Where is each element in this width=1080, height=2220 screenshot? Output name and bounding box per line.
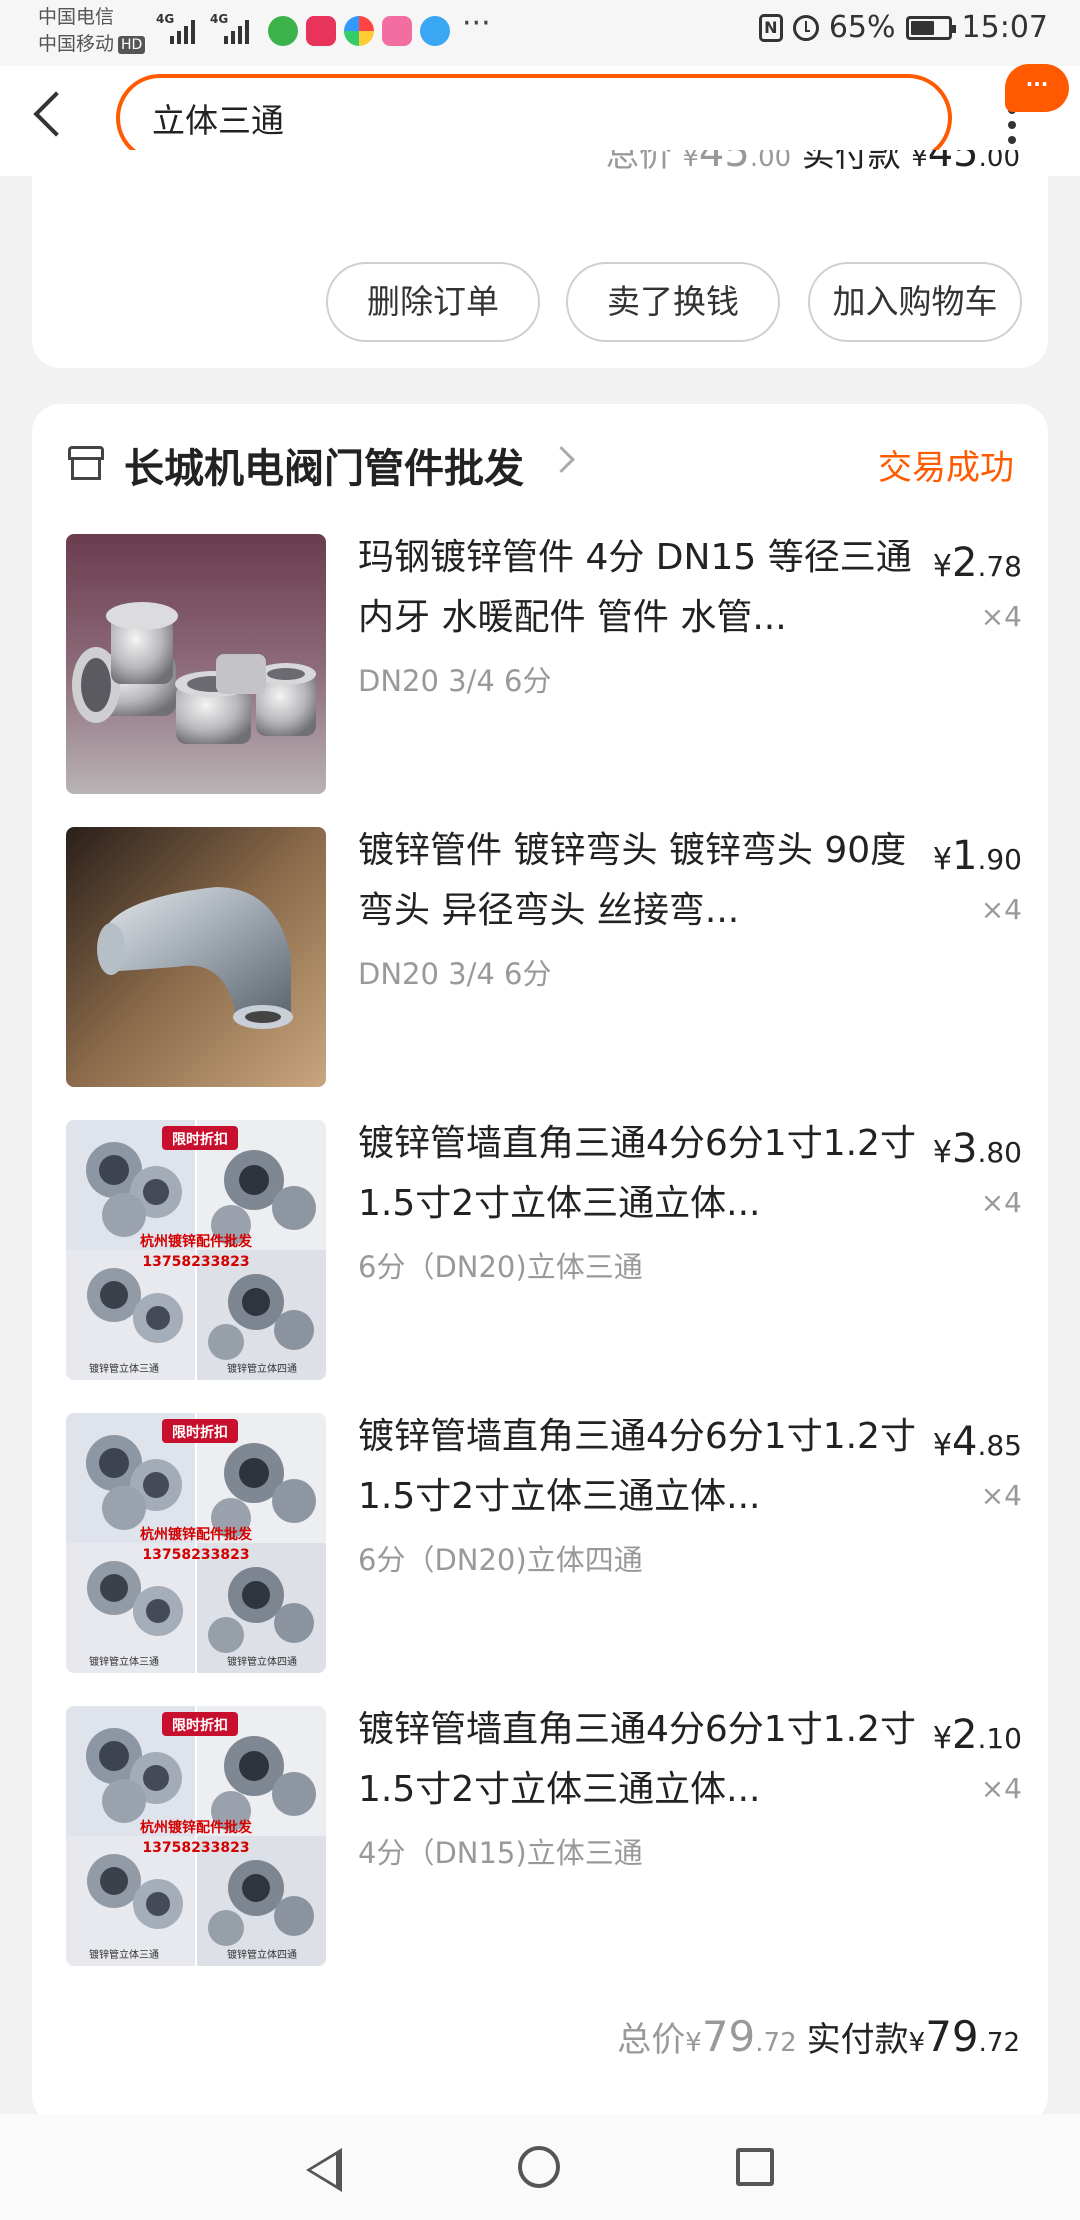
product-price: ¥1.90 [932,833,1022,879]
signal-icon-2: 4G [210,12,249,44]
product-title[interactable]: 镀锌管墙直角三通4分6分1寸1.2寸1.5寸2寸立体三通立体... [358,1700,918,1820]
wechat-icon [268,16,298,46]
order-item[interactable]: 限时折扣 杭州镀锌配件批发 13758233823 镀锌管立体三通 镀锌管立体四… [32,1706,1048,1966]
status-bar: 中国电信 中国移动 HD 4G 4G ··· N 65% 15:07 [0,0,1080,66]
shop-icon [68,446,104,480]
svg-text:限时折扣: 限时折扣 [172,1717,228,1734]
product-spec: 6分（DN20)立体四通 [358,1543,643,1577]
svg-text:限时折扣: 限时折扣 [172,1131,228,1148]
svg-text:镀锌管立体三通: 镀锌管立体三通 [89,1948,159,1961]
delete-order-button[interactable]: 删除订单 [326,262,540,342]
svg-text:杭州镀锌配件批发: 杭州镀锌配件批发 [140,1233,253,1250]
product-price: ¥3.80 [932,1126,1022,1172]
svg-text:杭州镀锌配件批发: 杭州镀锌配件批发 [140,1819,253,1836]
nav-recents-icon[interactable] [736,2148,774,2186]
product-title[interactable]: 镀锌管墙直角三通4分6分1寸1.2寸1.5寸2寸立体三通立体... [358,1407,918,1527]
product-image[interactable] [66,827,326,1087]
order-item[interactable]: 玛钢镀锌管件 4分 DN15 等径三通 内牙 水暖配件 管件 水管... DN2… [32,534,1048,794]
product-quantity: ×4 [980,1186,1022,1219]
product-quantity: ×4 [980,1772,1022,1805]
product-price: ¥2.78 [932,540,1022,586]
order-item[interactable]: 镀锌管件 镀锌弯头 镀锌弯头 90度弯头 异径弯头 丝接弯... DN20 3/… [32,827,1048,1087]
carrier-1: 中国电信 [38,6,115,28]
hd-badge: HD [118,35,146,54]
back-arrow-icon[interactable] [33,91,79,137]
svg-text:镀锌管立体四通: 镀锌管立体四通 [227,1362,297,1375]
order-status: 交易成功 [878,448,1014,488]
clock: 15:07 [961,10,1048,45]
svg-text:镀锌管立体四通: 镀锌管立体四通 [227,1948,297,1961]
chat-app-icon [420,16,450,46]
shop-name[interactable]: 长城机电阀门管件批发 [124,436,524,494]
order-card: 长城机电阀门管件批发 交易成功 玛钢镀锌管件 4分 DN15 等径三通 内牙 水… [32,404,1048,2124]
product-image[interactable]: 限时折扣 杭州镀锌配件批发 13758233823 镀锌管立体三通 镀锌管立体四… [66,1120,326,1380]
resell-button[interactable]: 卖了换钱 [566,262,780,342]
product-spec: 4分（DN15)立体三通 [358,1836,643,1870]
add-to-cart-button[interactable]: 加入购物车 [808,262,1022,342]
product-image[interactable]: 限时折扣 杭州镀锌配件批发 13758233823 镀锌管立体三通 镀锌管立体四… [66,1706,326,1966]
product-image[interactable] [66,534,326,794]
nfc-icon: N [758,13,783,42]
more-notifications-icon: ··· [462,6,491,41]
search-box[interactable] [116,74,952,162]
battery-icon [905,15,956,40]
message-badge-icon[interactable]: ··· [1005,64,1069,112]
browser-app-icon [344,16,374,46]
svg-text:13758233823: 13758233823 [142,1547,249,1563]
svg-text:13758233823: 13758233823 [142,1840,249,1856]
player-app-icon [382,16,412,46]
product-spec: DN20 3/4 6分 [358,664,552,698]
product-title[interactable]: 镀锌管件 镀锌弯头 镀锌弯头 90度弯头 异径弯头 丝接弯... [358,821,918,941]
svg-text:镀锌管立体四通: 镀锌管立体四通 [227,1655,297,1668]
order-item[interactable]: 限时折扣 杭州镀锌配件批发 13758233823 镀锌管立体三通 镀锌管立体四… [32,1120,1048,1380]
more-menu-icon[interactable] [1008,106,1018,151]
product-quantity: ×4 [980,1479,1022,1512]
product-price: ¥4.85 [932,1419,1022,1465]
carrier-info: 中国电信 中国移动 HD [38,4,146,58]
product-spec: 6分（DN20)立体三通 [358,1250,643,1284]
chevron-right-icon [548,446,575,473]
svg-text:13758233823: 13758233823 [142,1254,249,1270]
nav-home-icon[interactable] [518,2146,560,2188]
system-nav-bar [0,2114,1080,2220]
svg-text:镀锌管立体三通: 镀锌管立体三通 [89,1655,159,1668]
shop-header[interactable]: 长城机电阀门管件批发 交易成功 [32,404,1048,524]
signal-icon: 4G [156,12,195,44]
carrier-2: 中国移动 [38,33,115,55]
previous-order-total: 总价 ¥45.00 实付款 ¥45.00 [605,150,1020,176]
nav-back-icon[interactable] [306,2148,342,2192]
video-app-icon [306,16,336,46]
product-title[interactable]: 镀锌管墙直角三通4分6分1寸1.2寸1.5寸2寸立体三通立体... [358,1114,918,1234]
battery-percent: 65% [828,10,896,45]
product-price: ¥2.10 [932,1712,1022,1758]
previous-order-card: 总价 ¥45.00 实付款 ¥45.00 删除订单 卖了换钱 加入购物车 [32,150,1048,368]
svg-text:杭州镀锌配件批发: 杭州镀锌配件批发 [140,1526,253,1543]
svg-text:限时折扣: 限时折扣 [172,1424,228,1441]
product-spec: DN20 3/4 6分 [358,957,552,991]
product-image[interactable]: 限时折扣 杭州镀锌配件批发 13758233823 镀锌管立体三通 镀锌管立体四… [66,1413,326,1673]
product-title[interactable]: 玛钢镀锌管件 4分 DN15 等径三通 内牙 水暖配件 管件 水管... [358,528,918,648]
search-input[interactable] [152,98,912,137]
product-quantity: ×4 [980,600,1022,633]
svg-text:镀锌管立体三通: 镀锌管立体三通 [89,1362,159,1375]
order-total: 总价¥79.72 实付款¥79.72 [617,2012,1020,2061]
order-item[interactable]: 限时折扣 杭州镀锌配件批发 13758233823 镀锌管立体三通 镀锌管立体四… [32,1413,1048,1673]
alarm-icon [792,14,819,41]
product-quantity: ×4 [980,893,1022,926]
